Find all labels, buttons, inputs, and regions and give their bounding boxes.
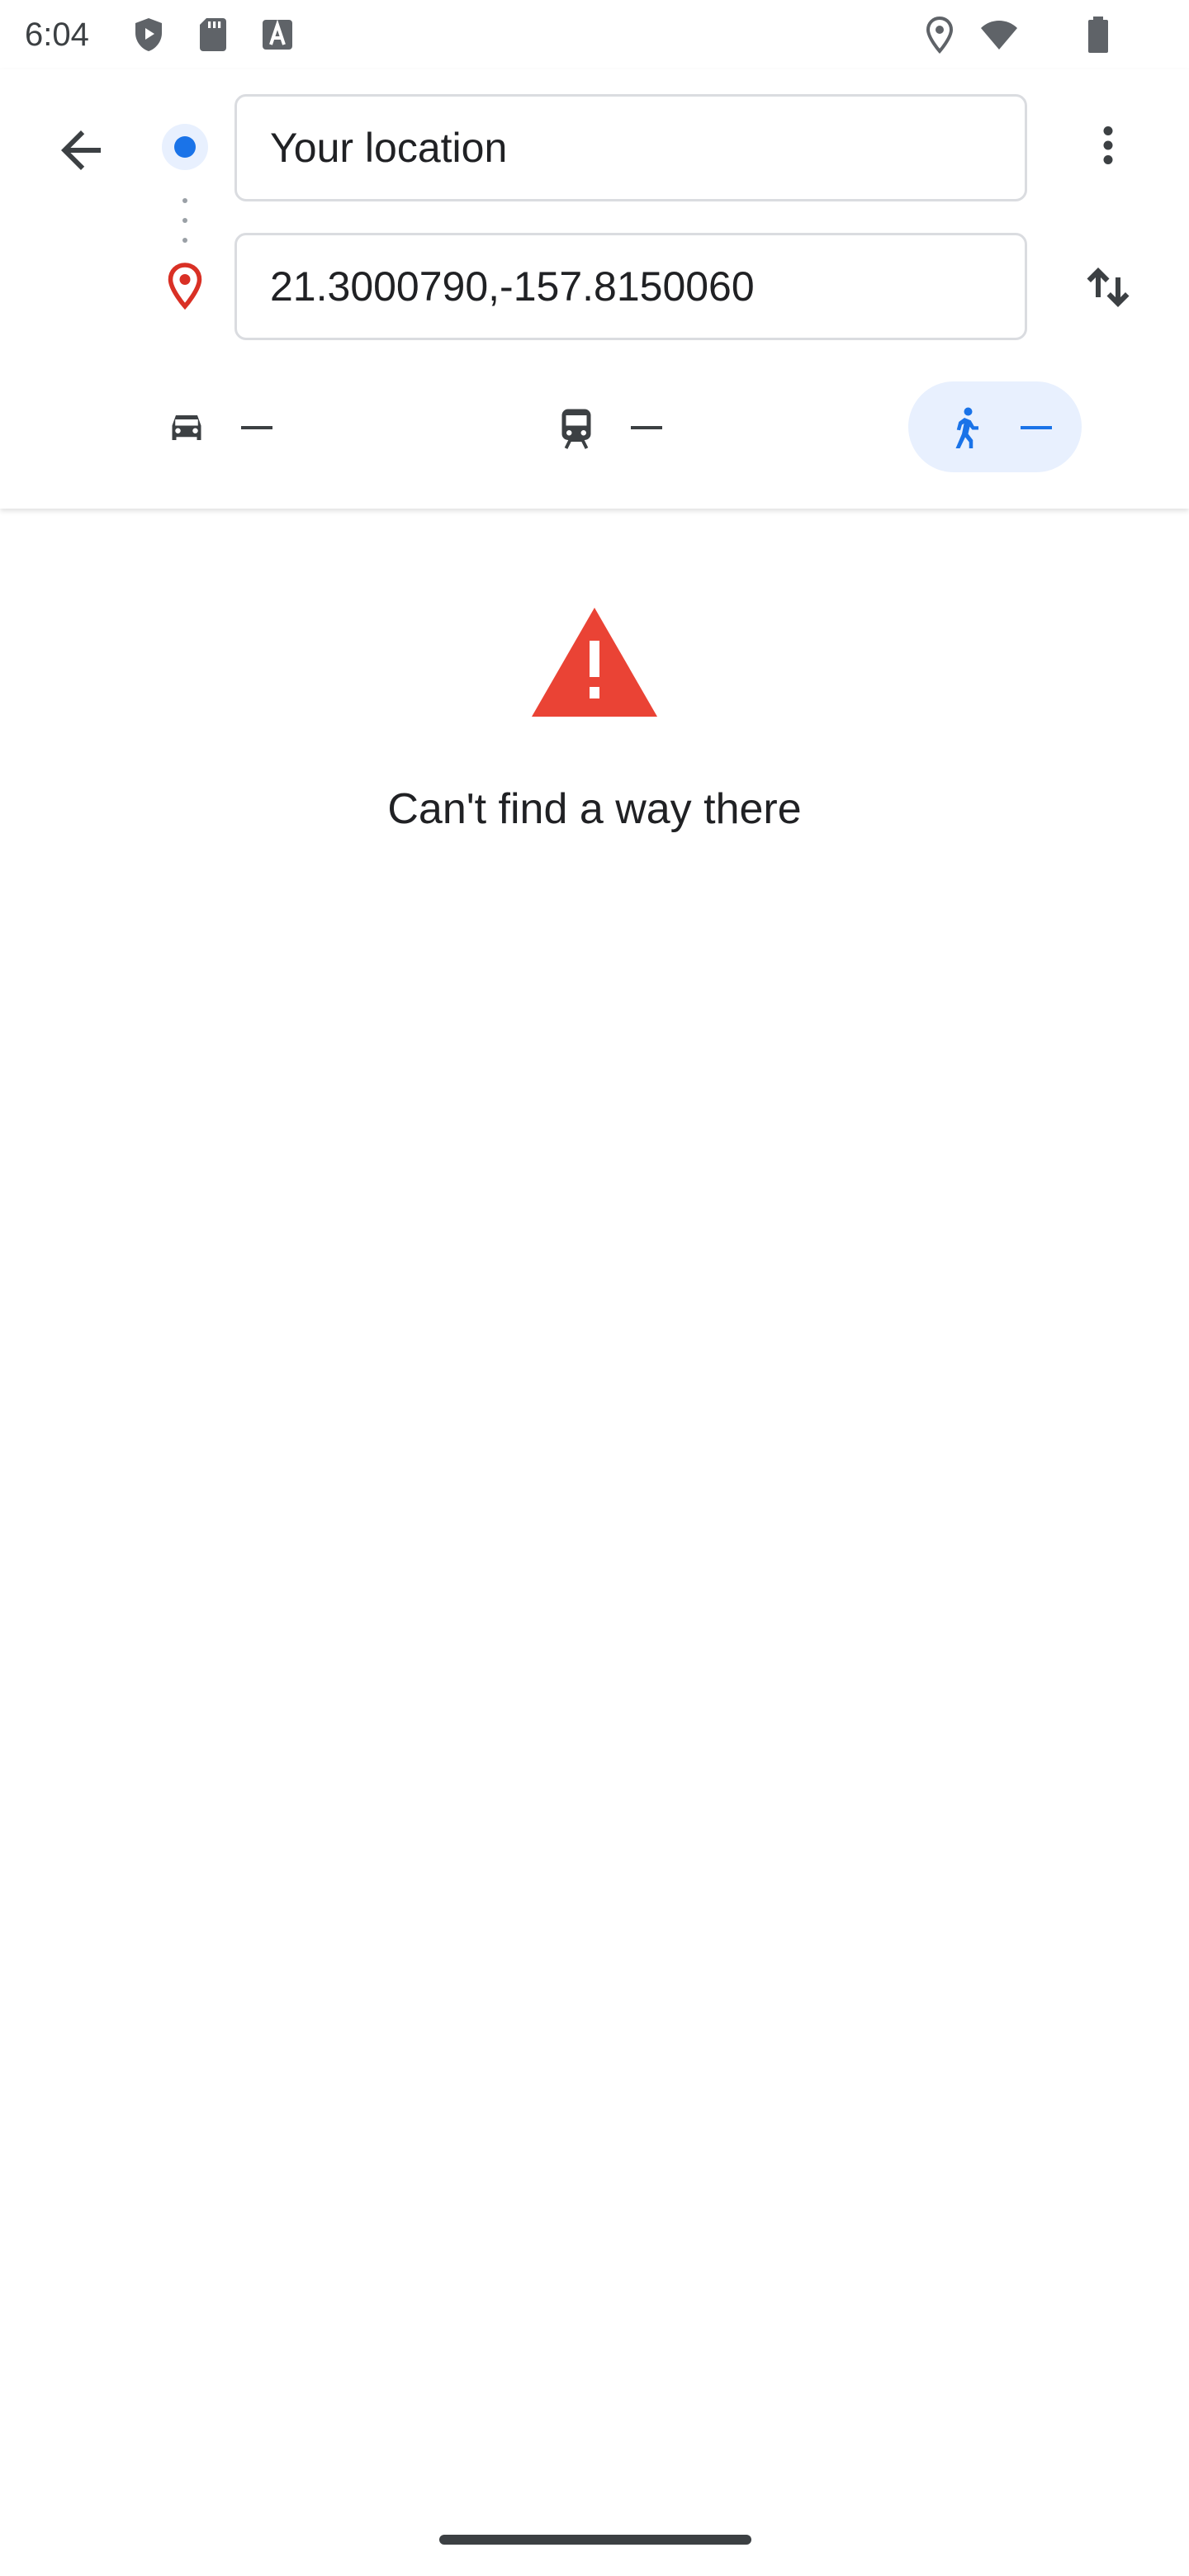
status-time: 6:04 xyxy=(25,17,89,53)
walking-icon xyxy=(955,407,978,448)
origin-input[interactable]: Your location xyxy=(234,94,1027,201)
location-icon xyxy=(926,16,954,54)
swap-directions-icon[interactable] xyxy=(1078,258,1138,317)
origin-dot-icon xyxy=(174,136,196,158)
error-message: Can't find a way there xyxy=(387,785,802,833)
status-bar: 6:04 xyxy=(0,0,1189,69)
destination-input[interactable]: 21.3000790,-157.8150060 xyxy=(234,233,1027,340)
directions-header: Your location 21.3000790,-157.8150060 xyxy=(0,69,1189,509)
home-indicator[interactable] xyxy=(439,2535,751,2545)
car-icon xyxy=(172,415,201,440)
back-arrow-icon[interactable] xyxy=(51,121,111,180)
walk-duration xyxy=(1021,426,1052,429)
mode-drive[interactable] xyxy=(162,383,272,472)
play-protect-icon xyxy=(135,18,162,51)
warning-icon xyxy=(532,608,657,717)
wifi-icon xyxy=(981,21,1017,50)
train-icon xyxy=(561,409,591,449)
font-a-icon xyxy=(263,19,292,50)
origin-marker xyxy=(162,124,208,170)
sd-card-icon xyxy=(200,18,226,51)
destination-pin-icon xyxy=(168,263,202,310)
transit-duration xyxy=(631,426,662,429)
drive-duration xyxy=(241,426,272,429)
route-connector-dots xyxy=(182,198,187,248)
mode-transit[interactable] xyxy=(552,383,662,472)
battery-icon xyxy=(1088,17,1108,53)
more-options-icon[interactable] xyxy=(1083,121,1133,170)
mode-walk[interactable] xyxy=(941,383,1052,472)
